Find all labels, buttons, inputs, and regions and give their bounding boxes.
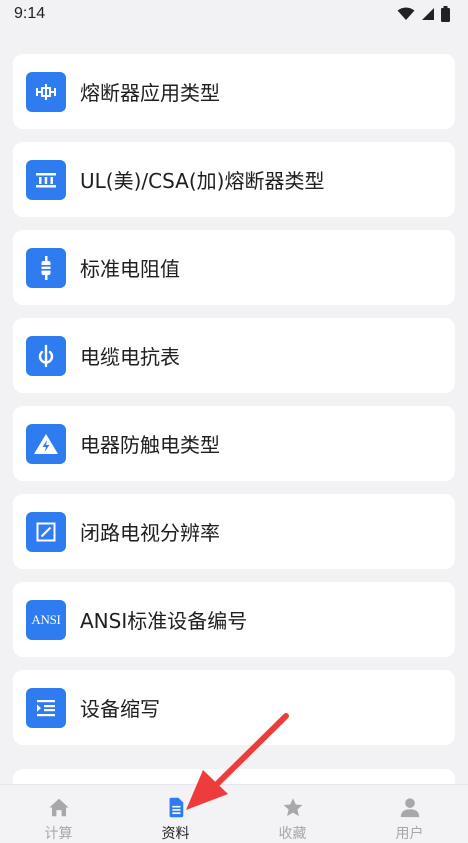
home-icon	[48, 798, 69, 817]
tab-label: 计算	[44, 826, 73, 842]
tab-reference[interactable]: 资料	[117, 785, 234, 843]
tab-label: 资料	[161, 826, 190, 842]
menu-item-label: 电缆电抗表	[80, 345, 180, 369]
menu-item-label: 电器防触电类型	[80, 433, 220, 457]
menu-item-label: UL(美)/CSA(加)熔断器类型	[80, 169, 325, 193]
menu-item-cable-reactance-table[interactable]: 电缆电抗表	[13, 318, 455, 393]
cctv-resolution-icon	[26, 512, 66, 552]
menu-item-standard-resistor-values[interactable]: 标准电阻值	[13, 230, 455, 305]
bottom-tab-bar: 计算 资料 收藏 用户	[0, 784, 468, 843]
menu-item-label: 闭路电视分辨率	[80, 521, 220, 545]
menu-item-cctv-resolution[interactable]: 闭路电视分辨率	[13, 494, 455, 569]
cellular-signal-icon	[422, 8, 434, 20]
fuse-block-icon	[26, 160, 66, 200]
resistor-icon	[26, 248, 66, 288]
menu-item-ul-csa-fuse-types[interactable]: UL(美)/CSA(加)熔断器类型	[13, 142, 455, 217]
menu-item-label: 设备缩写	[80, 697, 160, 721]
menu-item-device-abbreviations[interactable]: 设备缩写	[13, 670, 455, 745]
tab-user[interactable]: 用户	[351, 785, 468, 843]
menu-item-fuse-application-types[interactable]: 熔断器应用类型	[13, 54, 455, 129]
star-icon	[283, 798, 302, 817]
status-time: 9:14	[14, 5, 46, 22]
tab-label: 收藏	[278, 826, 307, 842]
status-icons	[397, 6, 450, 22]
menu-item-ansi-device-numbers[interactable]: ANSI ANSI标准设备编号	[13, 582, 455, 657]
ansi-icon: ANSI	[26, 600, 66, 640]
user-icon	[400, 798, 419, 818]
wifi-icon	[397, 7, 415, 20]
list-indent-icon	[26, 688, 66, 728]
menu-item-label: ANSI标准设备编号	[80, 609, 248, 633]
cable-reactance-icon	[26, 336, 66, 376]
tab-label: 用户	[395, 826, 424, 842]
menu-item-electric-shock-protection-types[interactable]: 电器防触电类型	[13, 406, 455, 481]
tab-favorites[interactable]: 收藏	[234, 785, 351, 843]
status-bar: 9:14	[0, 0, 468, 28]
electric-shock-warning-icon	[26, 424, 66, 464]
tab-calculate[interactable]: 计算	[0, 785, 117, 843]
fuse-icon	[26, 72, 66, 112]
menu-item-label: 熔断器应用类型	[80, 81, 220, 105]
battery-icon	[441, 6, 450, 22]
menu-item-label: 标准电阻值	[80, 257, 180, 281]
document-icon	[169, 797, 183, 818]
